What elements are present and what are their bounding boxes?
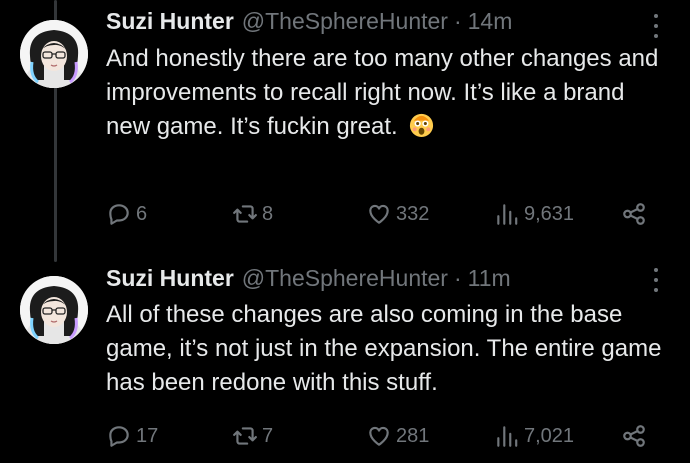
reply-button[interactable]: 17 [106,421,158,451]
reply-button[interactable]: 6 [106,199,147,229]
views-icon [494,423,520,449]
more-icon[interactable] [650,268,662,292]
like-button[interactable]: 281 [366,421,429,451]
tweet-header: Suzi Hunter @TheSphereHunter · 14m [106,8,650,38]
tweet-timestamp[interactable]: 11m [468,265,511,292]
retweet-button[interactable]: 7 [232,421,273,451]
like-icon [366,201,392,227]
views-button[interactable]: 7,021 [494,421,574,451]
views-icon [494,201,520,227]
astonished-face-emoji [408,111,435,138]
author-name[interactable]: Suzi Hunter [106,8,234,35]
tweet-text: And honestly there are too many other ch… [106,45,659,140]
reply-count: 17 [136,424,159,447]
tweet-text: All of these changes are also coming in … [106,301,662,396]
tweet-timestamp[interactable]: 14m [468,8,513,35]
retweet-count: 7 [262,424,274,447]
retweet-icon [232,423,258,449]
separator-dot: · [453,8,462,34]
tweet[interactable]: Suzi Hunter @TheSphereHunter · 14m And h… [0,0,690,262]
retweet-icon [232,201,258,227]
tweet[interactable]: Suzi Hunter @TheSphereHunter · 11m All o… [0,262,690,463]
tweet-header: Suzi Hunter @TheSphereHunter · 11m [106,265,650,295]
share-button[interactable] [621,199,647,229]
avatar[interactable] [20,20,88,88]
like-count: 281 [396,424,430,447]
share-button[interactable] [621,421,647,451]
tweet-actions: 6 8 332 9,631 [0,199,690,229]
reply-icon [106,201,132,227]
view-count: 9,631 [524,202,575,225]
separator-dot: · [453,265,462,291]
retweet-count: 8 [262,202,274,225]
more-icon[interactable] [650,14,662,38]
retweet-button[interactable]: 8 [232,199,273,229]
share-icon [621,423,647,449]
view-count: 7,021 [524,424,575,447]
avatar[interactable] [20,276,88,344]
reply-count: 6 [136,202,148,225]
author-name[interactable]: Suzi Hunter [106,265,234,292]
views-button[interactable]: 9,631 [494,199,574,229]
tweet-text-container: All of these changes are also coming in … [106,298,666,400]
like-button[interactable]: 332 [366,199,429,229]
author-handle[interactable]: @TheSphereHunter [242,8,448,35]
tweet-text-container: And honestly there are too many other ch… [106,42,666,144]
author-handle[interactable]: @TheSphereHunter [242,265,448,292]
tweet-actions: 17 7 281 7,021 [0,421,690,451]
like-count: 332 [396,202,430,225]
share-icon [621,201,647,227]
reply-icon [106,423,132,449]
like-icon [366,423,392,449]
